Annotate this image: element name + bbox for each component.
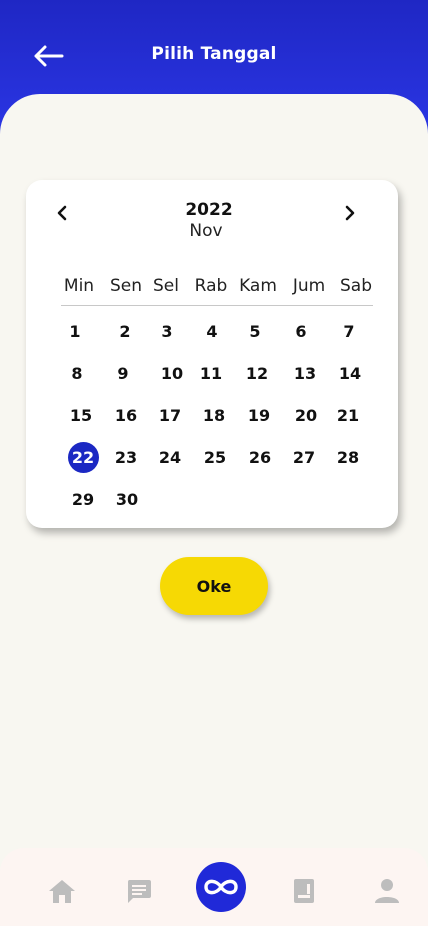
calendar-day[interactable]: 13 — [288, 358, 322, 388]
calendar-day[interactable]: 7 — [332, 316, 366, 346]
calendar-day[interactable]: 1 — [58, 316, 92, 346]
next-month-button[interactable] — [339, 202, 361, 224]
calendar-day[interactable]: 4 — [195, 316, 229, 346]
nav-home[interactable] — [45, 874, 79, 908]
calendar-day[interactable]: 15 — [64, 400, 98, 430]
calendar-day[interactable]: 18 — [197, 400, 231, 430]
weekday-header: Jum — [292, 276, 326, 296]
calendar-day[interactable]: 10 — [155, 358, 189, 388]
calendar-day[interactable]: 11 — [194, 358, 228, 388]
calendar-year: 2022 — [185, 200, 233, 220]
calendar-day[interactable]: 24 — [153, 442, 187, 472]
calendar-day[interactable]: 26 — [243, 442, 277, 472]
calendar-day[interactable]: 29 — [66, 484, 100, 514]
calendar-day[interactable]: 16 — [109, 400, 143, 430]
calendar-day[interactable]: 20 — [289, 400, 323, 430]
page-title: Pilih Tanggal — [151, 44, 277, 64]
nav-center[interactable] — [196, 862, 246, 912]
calendar-day[interactable]: 9 — [106, 358, 140, 388]
nav-document[interactable] — [287, 874, 321, 908]
calendar-day[interactable]: 25 — [198, 442, 232, 472]
weekday-header: Rab — [194, 276, 228, 296]
calendar-day[interactable]: 27 — [287, 442, 321, 472]
weekday-header: Kam — [239, 276, 277, 296]
weekday-header: Min — [63, 276, 95, 296]
nav-profile[interactable] — [370, 874, 404, 908]
weekday-header: Sen — [109, 276, 143, 296]
chat-icon — [127, 880, 151, 903]
calendar-month: Nov — [189, 221, 223, 241]
weekday-header: Sel — [153, 276, 179, 296]
calendar-day-selected[interactable]: 22 — [67, 441, 99, 473]
calendar-day[interactable]: 19 — [242, 400, 276, 430]
calendar-day[interactable]: 23 — [109, 442, 143, 472]
ok-button[interactable]: Oke — [160, 557, 268, 615]
calendar-day[interactable]: 30 — [110, 484, 144, 514]
home-icon — [49, 880, 75, 903]
calendar-day[interactable]: 6 — [284, 316, 318, 346]
calendar-day[interactable]: 21 — [331, 400, 365, 430]
calendar-day[interactable]: 8 — [60, 358, 94, 388]
calendar-day[interactable]: 14 — [333, 358, 367, 388]
chevron-right-icon — [345, 205, 355, 221]
nav-chat[interactable] — [122, 874, 156, 908]
calendar-day[interactable]: 2 — [108, 316, 142, 346]
calendar-day[interactable]: 5 — [238, 316, 272, 346]
weekday-header: Sab — [340, 276, 372, 296]
person-icon — [375, 879, 399, 903]
bottom-nav — [0, 848, 428, 926]
calendar-day[interactable]: 17 — [153, 400, 187, 430]
infinity-icon — [204, 879, 238, 895]
weekday-divider — [61, 305, 373, 306]
calendar-day[interactable]: 28 — [331, 442, 365, 472]
calendar-card: 2022 Nov Min Sen Sel Rab Kam Jum Sab 1 2… — [26, 180, 398, 528]
calendar-day[interactable]: 3 — [150, 316, 184, 346]
calendar-day[interactable]: 12 — [240, 358, 274, 388]
document-icon — [294, 879, 314, 903]
